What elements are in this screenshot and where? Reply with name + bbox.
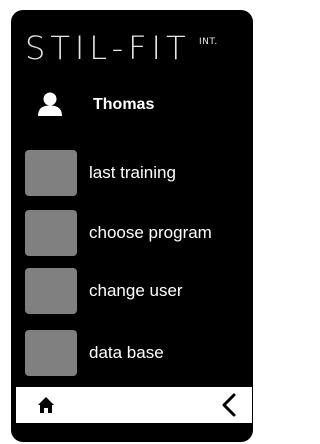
bottom-nav-bar: [16, 387, 252, 423]
device-frame: STIL-FIT INT. Thomas last training choos…: [0, 0, 258, 444]
menu-item-label[interactable]: last training: [89, 162, 176, 184]
user-name: Thomas: [93, 96, 155, 113]
back-button[interactable]: [208, 387, 248, 423]
menu-item-label[interactable]: choose program: [89, 222, 212, 244]
menu-item-data-base[interactable]: data base: [25, 330, 245, 380]
brand-logo-suffix: INT.: [199, 37, 218, 47]
menu-item-last-training[interactable]: last training: [25, 150, 245, 200]
menu-tile[interactable]: [25, 210, 77, 256]
menu-item-label[interactable]: data base: [89, 342, 164, 364]
menu-tile[interactable]: [25, 150, 77, 196]
user-icon: [37, 92, 63, 116]
app-screen: STIL-FIT INT. Thomas last training choos…: [11, 10, 253, 442]
menu-item-label[interactable]: change user: [89, 280, 183, 302]
menu-tile[interactable]: [25, 268, 77, 314]
menu-item-choose-program[interactable]: choose program: [25, 210, 245, 260]
brand-logo: STIL-FIT: [25, 29, 191, 67]
menu-tile[interactable]: [25, 330, 77, 376]
home-button[interactable]: [26, 387, 66, 423]
current-user: Thomas: [37, 92, 237, 118]
menu-item-change-user[interactable]: change user: [25, 268, 245, 318]
